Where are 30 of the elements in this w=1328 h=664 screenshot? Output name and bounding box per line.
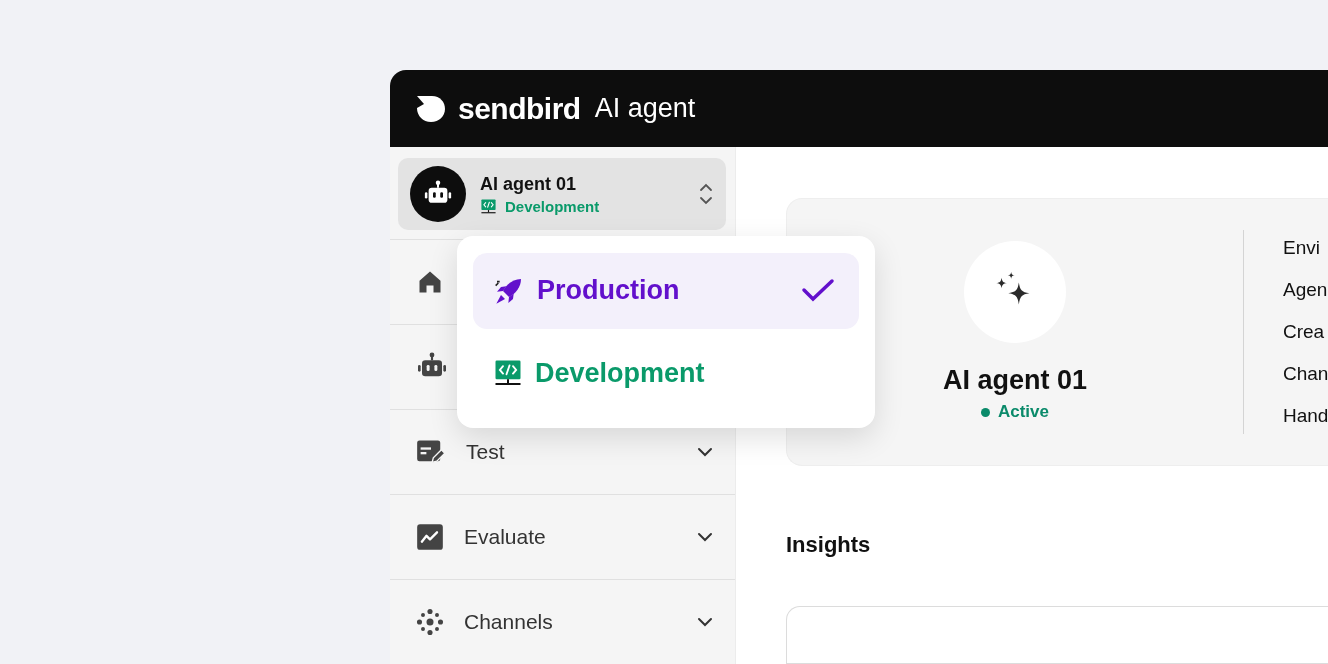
code-monitor-icon	[480, 197, 497, 215]
detail-label: Agen	[1282, 278, 1328, 301]
logo-icon	[416, 94, 446, 123]
checkmark-icon	[801, 277, 835, 304]
status-dot	[980, 407, 990, 417]
detail-label: Chan	[1282, 362, 1328, 385]
nav-item[interactable]: Evaluate	[390, 494, 735, 579]
detail-label: Hand	[1282, 404, 1328, 427]
chart-icon	[416, 523, 444, 551]
environment-option[interactable]: Production	[473, 253, 859, 329]
detail-label: Crea	[1282, 320, 1326, 343]
environment-label: Development	[505, 197, 600, 215]
nav-item[interactable]: Channels	[390, 579, 735, 664]
chevron-down-icon	[697, 532, 713, 542]
agent-name: AI agent 01	[480, 173, 578, 195]
chevron-down-icon	[697, 447, 713, 457]
option-label: Development	[535, 357, 706, 389]
agent-title: AI agent 01	[942, 365, 1087, 397]
agent-switcher[interactable]: AI agent 01 Development	[398, 158, 726, 230]
environment-option[interactable]: Development	[473, 335, 859, 411]
detail-label: Envi	[1282, 236, 1321, 259]
product-name: AI agent	[594, 93, 696, 124]
dots-icon	[416, 608, 444, 636]
status-label: Active	[997, 402, 1049, 423]
option-label: Production	[537, 275, 681, 307]
chevron-down-icon	[697, 617, 713, 627]
logo-text: sendbird	[458, 91, 581, 126]
expand-arrows-icon	[698, 182, 714, 206]
section-title: Insights	[786, 531, 872, 558]
form-edit-icon	[416, 438, 446, 466]
